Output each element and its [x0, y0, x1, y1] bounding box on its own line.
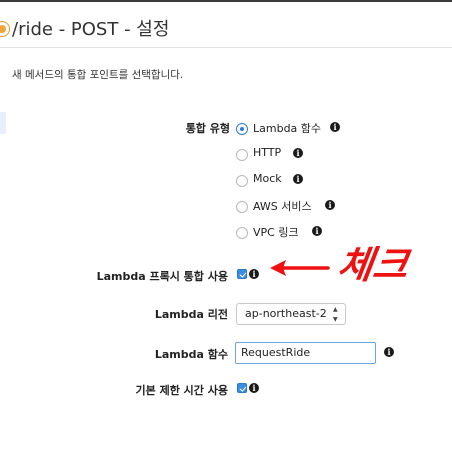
page-subtitle: 새 메서드의 통합 포인트를 선택합니다. — [12, 69, 184, 81]
lambda-function-label: Lambda 함수 — [154, 348, 228, 361]
proxy-integration-checkbox[interactable] — [237, 269, 247, 279]
radio-mock[interactable] — [236, 175, 248, 187]
info-icon[interactable]: i — [325, 200, 335, 210]
info-icon[interactable]: i — [293, 174, 303, 184]
proxy-integration-label: Lambda 프록시 통합 사용 — [96, 270, 228, 283]
info-icon[interactable]: i — [249, 269, 259, 279]
info-icon[interactable]: i — [330, 122, 340, 132]
option-mock-label: Mock — [253, 172, 282, 185]
lambda-region-value: ap-northeast-2 — [245, 307, 327, 320]
resource-dot-icon — [0, 22, 9, 36]
lambda-region-select[interactable]: ap-northeast-2 ▲▼ — [236, 303, 346, 325]
annotation-check-text: 체크 — [334, 243, 412, 287]
integration-type-label: 통합 유형 — [185, 122, 230, 135]
info-icon[interactable]: i — [384, 347, 394, 357]
lambda-region-label: Lambda 리전 — [154, 308, 228, 321]
radio-vpc-link[interactable] — [236, 227, 248, 239]
radio-http[interactable] — [236, 149, 248, 161]
page-title: /ride - POST - 설정 — [12, 19, 170, 40]
lambda-function-input[interactable]: RequestRide — [235, 342, 376, 364]
info-icon[interactable]: i — [249, 383, 259, 393]
header-divider — [0, 47, 452, 48]
info-icon[interactable]: i — [293, 148, 303, 158]
default-timeout-label: 기본 제한 시간 사용 — [135, 384, 228, 397]
left-highlight — [0, 112, 6, 134]
radio-aws-service[interactable] — [236, 201, 248, 213]
option-aws-service-label: AWS 서비스 — [253, 200, 312, 213]
option-http-label: HTTP — [253, 146, 282, 159]
default-timeout-checkbox[interactable] — [237, 383, 247, 393]
lambda-function-value: RequestRide — [241, 346, 311, 359]
option-lambda-label: Lambda 함수 — [253, 122, 322, 135]
info-icon[interactable]: i — [312, 226, 322, 236]
radio-lambda[interactable] — [236, 123, 248, 135]
option-vpc-link-label: VPC 링크 — [253, 226, 299, 239]
top-bar — [0, 0, 452, 2]
arrow-left-icon — [270, 260, 330, 276]
select-caret-icon: ▲▼ — [333, 306, 338, 323]
